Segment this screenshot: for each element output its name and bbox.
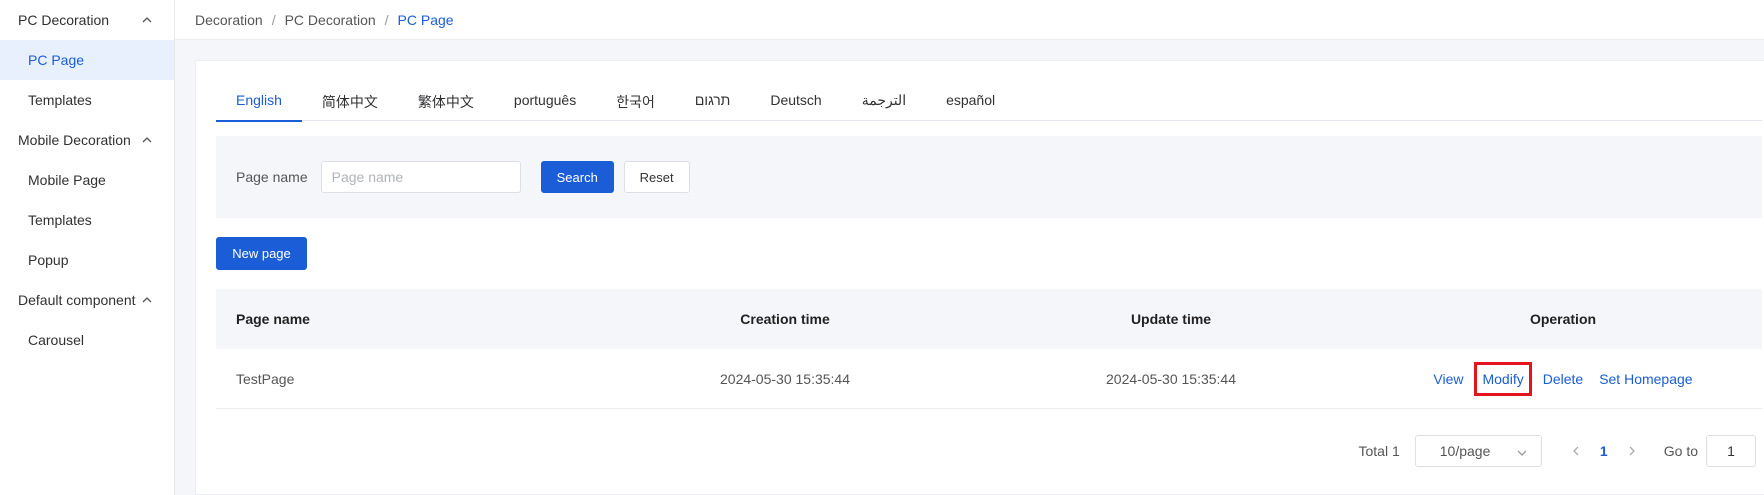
tab-portuguese[interactable]: português [494, 88, 596, 121]
pagination: Total 1 10/page 1 Go to [1358, 435, 1756, 467]
header-page-name: Page name [236, 311, 310, 327]
sidebar-item-mobile-page[interactable]: Mobile Page [0, 160, 174, 200]
sidebar-item-label: Carousel [28, 332, 85, 348]
header-update-time: Update time [1130, 311, 1212, 327]
language-tabs: English 简体中文 繁体中文 português 한국어 תרגום De… [216, 88, 1762, 122]
tab-german[interactable]: Deutsch [750, 88, 841, 121]
breadcrumb-item-decoration[interactable]: Decoration [195, 12, 263, 28]
chevron-up-icon [140, 293, 154, 307]
set-homepage-link[interactable]: Set Homepage [1591, 371, 1700, 387]
main-panel: English 简体中文 繁体中文 português 한국어 תרגום De… [195, 60, 1764, 495]
cell-operations: View Modify Delete Set Homepage [1364, 361, 1762, 396]
header-operation: Operation [1529, 311, 1597, 327]
sidebar-item-label: PC Page [28, 52, 85, 68]
breadcrumb-separator: / [271, 11, 276, 28]
breadcrumb: Decoration / PC Decoration / PC Page [175, 0, 1764, 40]
chevron-up-icon [140, 13, 154, 27]
tab-simplified-chinese[interactable]: 简体中文 [302, 88, 398, 121]
next-page-button[interactable] [1618, 446, 1646, 456]
filter-bar: Page name Search Reset [216, 136, 1762, 218]
sidebar-group-default-component[interactable]: Default component [0, 280, 174, 320]
tab-spanish[interactable]: español [926, 88, 1015, 121]
header-creation-time: Creation time [740, 311, 830, 327]
tab-hebrew[interactable]: תרגום [675, 88, 751, 121]
sidebar-item-label: Popup [28, 252, 69, 268]
new-page-button[interactable]: New page [216, 237, 307, 270]
search-button[interactable]: Search [540, 161, 614, 193]
prev-page-button[interactable] [1562, 446, 1590, 456]
sidebar-item-carousel[interactable]: Carousel [0, 320, 174, 360]
reset-button[interactable]: Reset [623, 161, 690, 193]
chevron-left-icon [1572, 446, 1579, 456]
goto-page-input[interactable] [1706, 435, 1756, 467]
sidebar-group-label: Mobile Decoration [18, 132, 131, 148]
page-number-current[interactable]: 1 [1590, 443, 1618, 459]
chevron-down-icon [1517, 443, 1527, 459]
pages-table: Page name Creation time Update time Oper… [216, 289, 1762, 409]
cell-page-name: TestPage [236, 370, 295, 387]
delete-link[interactable]: Delete [1535, 371, 1591, 387]
table-header: Page name Creation time Update time Oper… [216, 289, 1762, 349]
page-size-select[interactable]: 10/page [1414, 435, 1542, 467]
tab-english[interactable]: English [216, 88, 302, 122]
page-name-label: Page name [236, 169, 308, 185]
page-name-input[interactable] [320, 161, 521, 193]
sidebar: PC Decoration PC Page Templates Mobile D… [0, 0, 175, 495]
view-link[interactable]: View [1425, 371, 1471, 387]
sidebar-group-label: Default component [18, 292, 136, 308]
sidebar-item-popup[interactable]: Popup [0, 240, 174, 280]
sidebar-item-mobile-templates[interactable]: Templates [0, 200, 174, 240]
cell-update-time: 2024-05-30 15:35:44 [1106, 370, 1236, 387]
modify-link[interactable]: Modify [1474, 361, 1532, 396]
cell-creation-time: 2024-05-30 15:35:44 [720, 370, 850, 387]
sidebar-group-mobile-decoration[interactable]: Mobile Decoration [0, 120, 174, 160]
sidebar-item-label: Templates [28, 212, 92, 228]
tab-arabic[interactable]: الترجمة [842, 88, 926, 121]
table-row: TestPage 2024-05-30 15:35:44 2024-05-30 … [216, 349, 1762, 409]
tab-korean[interactable]: 한국어 [596, 88, 675, 121]
chevron-up-icon [140, 133, 154, 147]
sidebar-group-pc-decoration[interactable]: PC Decoration [0, 0, 174, 40]
page-size-value: 10/page [1439, 443, 1491, 459]
goto-label: Go to [1663, 443, 1698, 459]
breadcrumb-item-current: PC Page [397, 11, 454, 28]
sidebar-item-pc-templates[interactable]: Templates [0, 80, 174, 120]
sidebar-item-pc-page[interactable]: PC Page [0, 40, 174, 80]
total-count: Total 1 [1358, 443, 1400, 459]
sidebar-item-label: Templates [28, 92, 92, 108]
sidebar-group-label: PC Decoration [18, 12, 110, 28]
sidebar-item-label: Mobile Page [28, 172, 106, 188]
tab-traditional-chinese[interactable]: 繁体中文 [398, 88, 494, 121]
breadcrumb-item-pc-decoration[interactable]: PC Decoration [285, 12, 376, 28]
chevron-right-icon [1629, 446, 1635, 456]
breadcrumb-separator: / [384, 11, 389, 28]
